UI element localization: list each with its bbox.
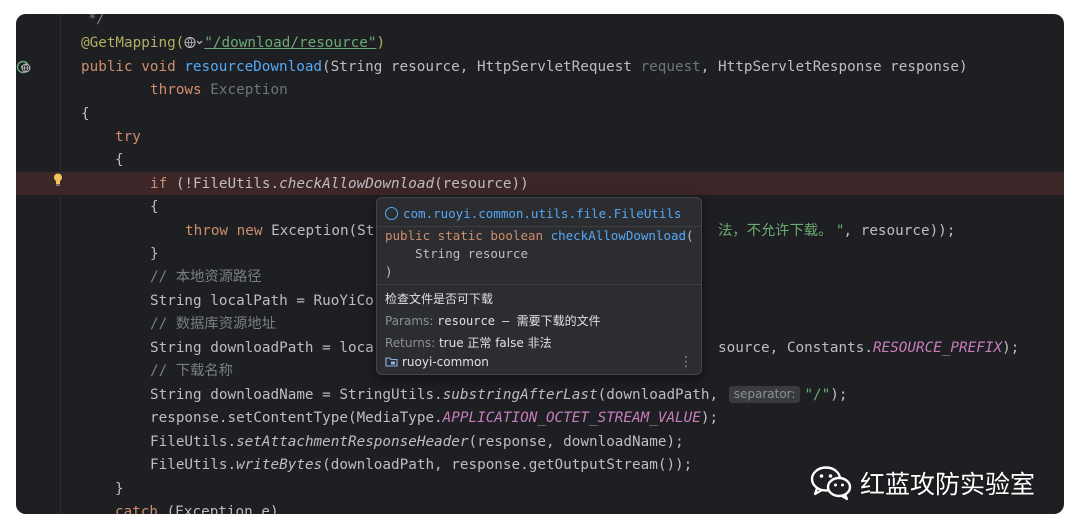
code-line-10[interactable]: throw new Exception(St (185, 220, 374, 243)
params-row: Params: resource – 需要下载的文件 (385, 314, 601, 328)
code-line-6[interactable]: try (115, 126, 141, 149)
method-name[interactable]: resourceDownload (184, 59, 322, 75)
gutter-divider (60, 14, 61, 514)
popup-divider-2 (377, 284, 701, 285)
web-globe-icon[interactable] (21, 63, 31, 73)
code-line-22[interactable]: catch (Exception e) (115, 501, 279, 514)
code-line-16[interactable]: // 下载名称 (150, 360, 233, 383)
more-options-icon[interactable]: ⋮ (679, 354, 693, 370)
code-line-8[interactable]: if (!FileUtils.checkAllowDownload(resour… (150, 173, 529, 196)
parameter-hint: separator: (728, 386, 801, 403)
method-description: 检查文件是否可下载 (385, 292, 494, 306)
code-line-17[interactable]: String downloadName = StringUtils.substr… (150, 384, 847, 407)
method-signature-line-3: ) (385, 264, 393, 279)
class-qualified-name[interactable]: com.ruoyi.common.utils.file.FileUtils (403, 206, 681, 221)
module-folder-icon (385, 357, 398, 367)
code-line-20[interactable]: FileUtils.writeBytes(downloadPath, respo… (150, 454, 692, 477)
check-allow-download-call[interactable]: checkAllowDownload (279, 176, 434, 192)
code-line-11[interactable]: } (150, 243, 159, 266)
code-line-18[interactable]: response.setContentType(MediaType.APPLIC… (150, 407, 718, 430)
code-line-5[interactable]: { (81, 103, 90, 126)
code-line-9[interactable]: { (150, 196, 159, 219)
method-signature-line-2: String resource (385, 246, 528, 261)
code-line-3[interactable]: public void resourceDownload(String reso… (81, 56, 968, 79)
method-signature-line-1: public static boolean checkAllowDownload… (385, 228, 694, 243)
returns-row: Returns: true 正常 false 非法 (385, 336, 552, 350)
code-line-15[interactable]: String downloadPath = loca (150, 337, 374, 360)
intention-bulb-icon[interactable] (53, 173, 63, 186)
editor-gutter[interactable] (16, 14, 60, 514)
mapping-url-string[interactable]: "/download/resource" (204, 35, 376, 51)
code-line-12[interactable]: // 本地资源路径 (150, 266, 262, 289)
code-line-13[interactable]: String localPath = RuoYiCo (150, 290, 374, 313)
code-line-19[interactable]: FileUtils.setAttachmentResponseHeader(re… (150, 431, 684, 454)
watermark: 红蓝攻防实验室 (810, 463, 1035, 503)
code-line-1[interactable]: */ (88, 14, 105, 31)
popup-header[interactable]: com.ruoyi.common.utils.file.FileUtils (385, 204, 681, 224)
code-editor[interactable]: */ @GetMapping("/download/resource") pub… (16, 14, 1064, 514)
wechat-logo-icon (810, 466, 852, 501)
module-row[interactable]: ruoyi-common (385, 353, 489, 371)
code-line-15-tail[interactable]: source, Constants.RESOURCE_PREFIX); (718, 337, 1019, 360)
code-line-10-tail[interactable]: 法，不允许下载。 ", resource)); (718, 220, 955, 243)
code-line-2[interactable]: @GetMapping("/download/resource") (81, 32, 385, 55)
code-line-7[interactable]: { (115, 149, 124, 172)
quick-documentation-popup[interactable]: com.ruoyi.common.utils.file.FileUtils pu… (376, 197, 702, 375)
code-line-4[interactable]: throws Exception (150, 79, 288, 102)
code-line-14[interactable]: // 数据库资源地址 (150, 313, 276, 336)
code-line-21[interactable]: } (115, 478, 124, 501)
globe-icon[interactable] (184, 34, 204, 57)
watermark-text: 红蓝攻防实验室 (860, 470, 1036, 499)
class-icon (385, 207, 398, 220)
